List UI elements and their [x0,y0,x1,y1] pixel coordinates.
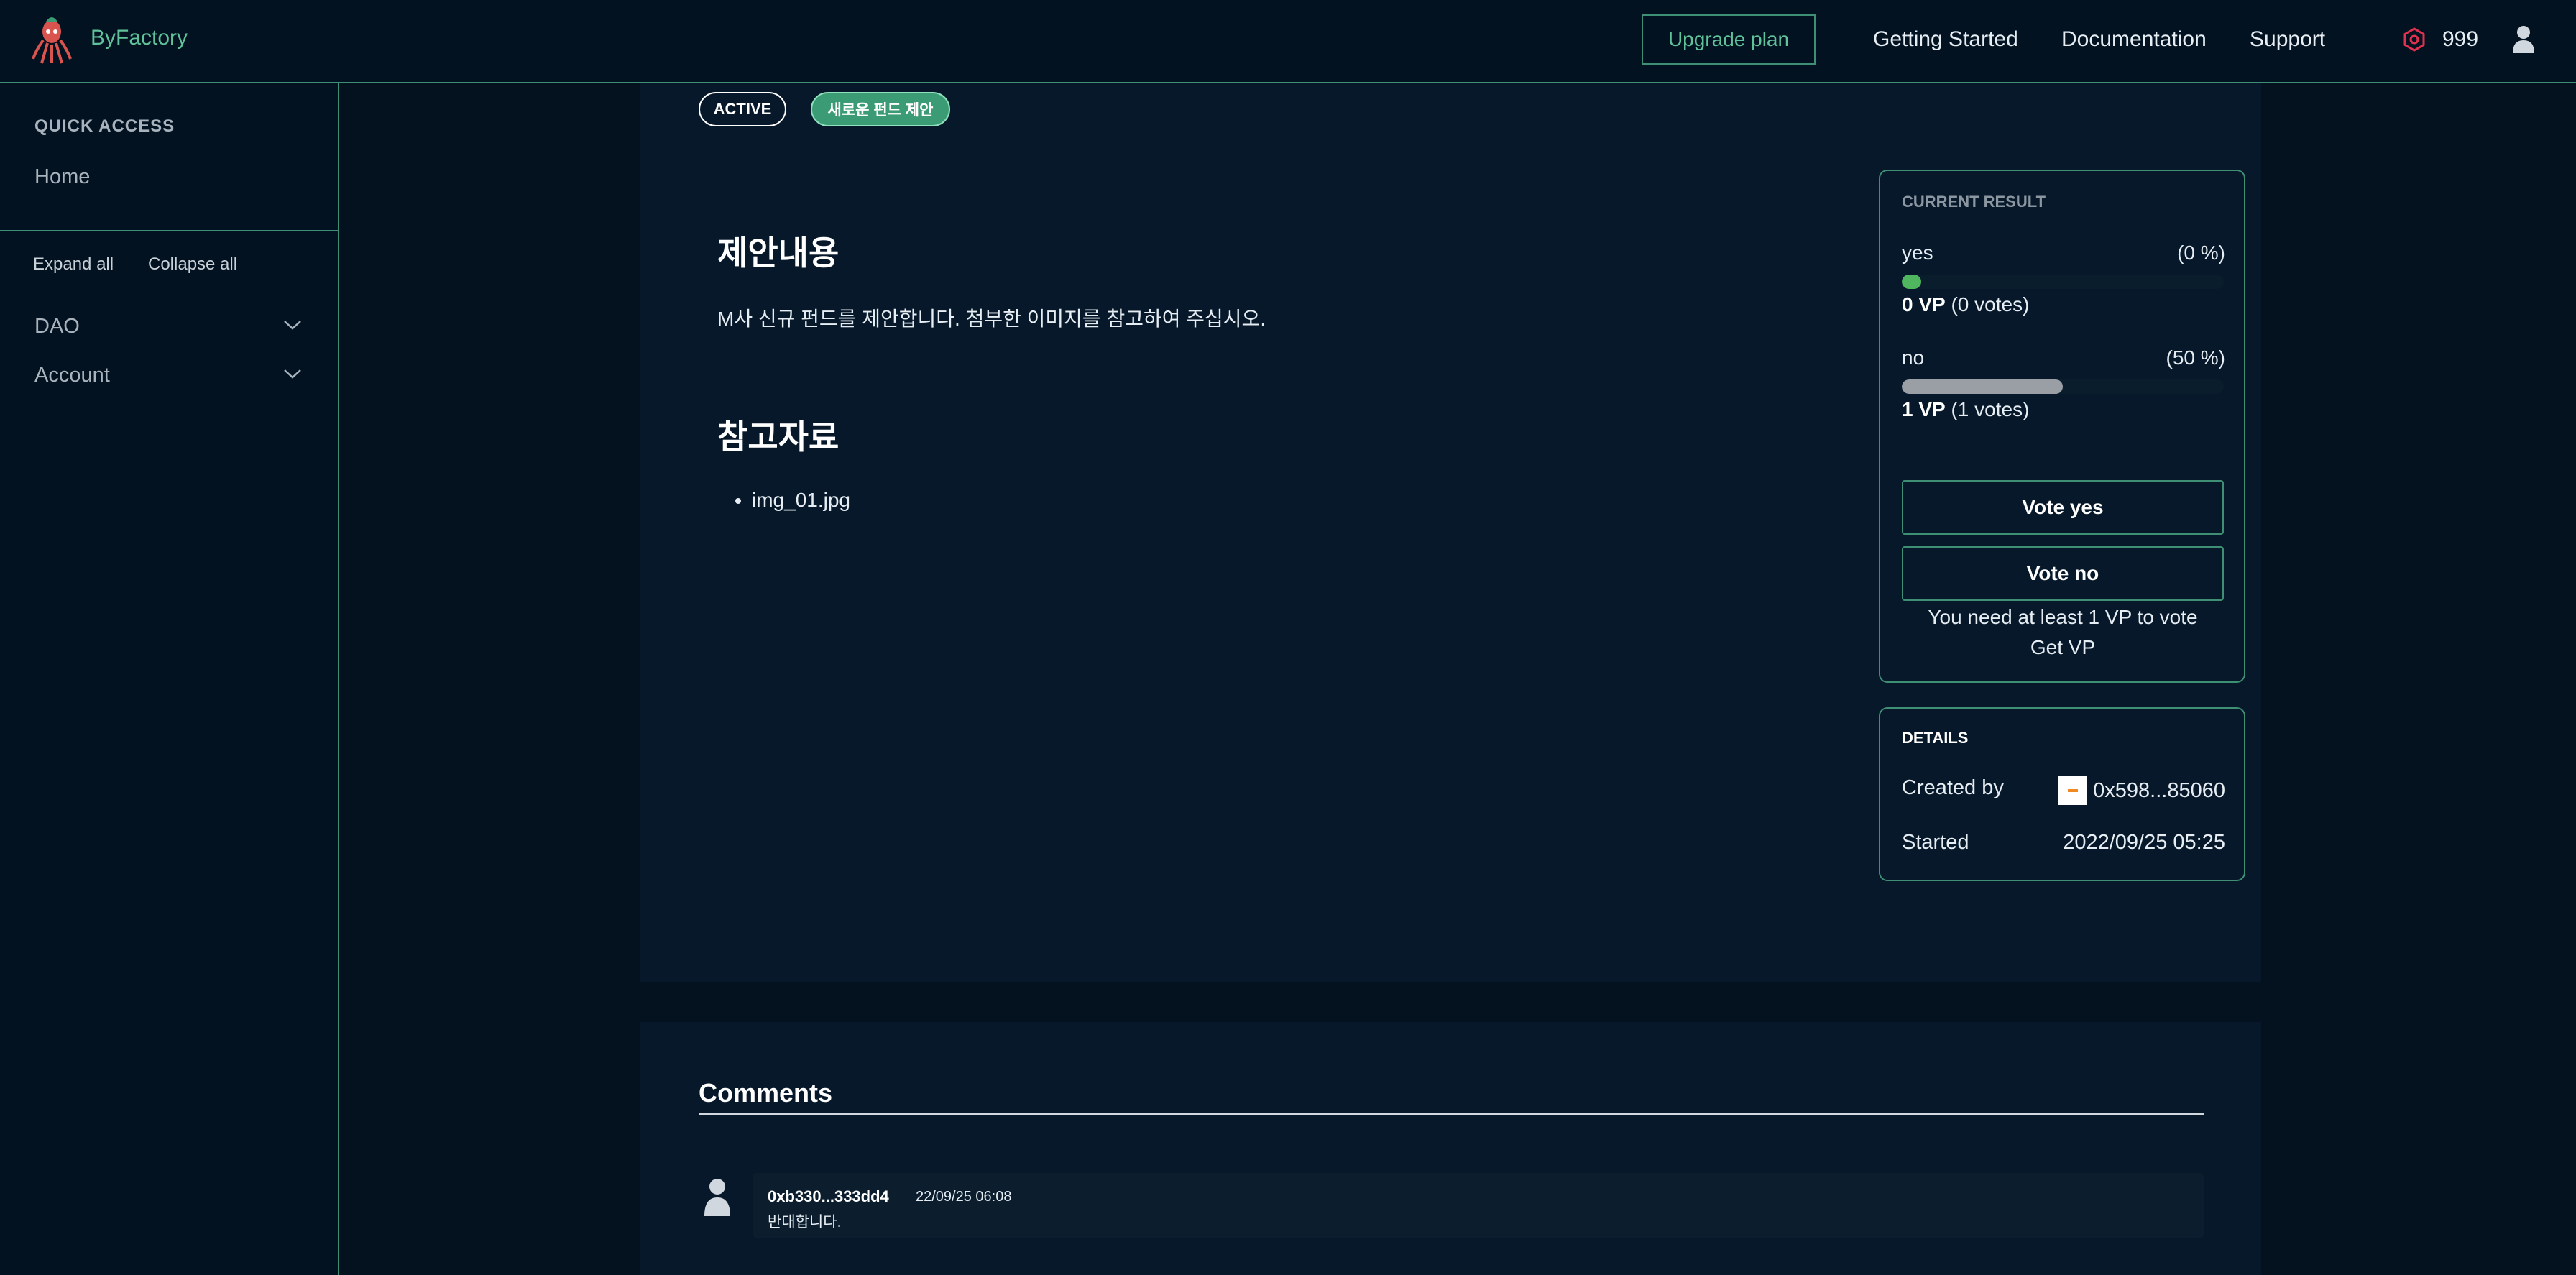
current-result-title: CURRENT RESULT [1902,193,2046,211]
details-card: DETAILS Created by 0x598...85060 Started… [1879,707,2245,881]
comment-timestamp: 22/09/25 06:08 [916,1189,1012,1205]
vote-no-button[interactable]: Vote no [1902,546,2224,601]
choice-label: yes [1902,241,1933,264]
result-bar-yes [1902,275,2224,289]
vote-yes-button[interactable]: Vote yes [1902,480,2224,535]
comment-author[interactable]: 0xb330...333dd4 [768,1187,889,1206]
created-by-value[interactable]: 0x598...85060 [2058,776,2225,805]
topic-badge: 새로운 펀드 제안 [811,92,950,126]
user-icon[interactable] [2511,24,2536,53]
reference-heading: 참고자료 [717,418,840,456]
comments-divider [699,1113,2204,1115]
result-vp-yes: 0 VP (0 votes) [1902,293,2029,316]
chevron-down-icon [284,321,301,330]
status-badge: ACTIVE [699,92,786,126]
octopus-logo-icon[interactable] [32,16,72,65]
comment-text: 반대합니다. [768,1214,842,1230]
expand-all-button[interactable]: Expand all [33,254,114,275]
result-choice-no: no (50 %) [1902,346,2225,369]
nav-support[interactable]: Support [2250,27,2325,52]
nav-documentation[interactable]: Documentation [2061,27,2207,52]
vp-requirement-text: You need at least 1 VP to vote [1928,606,2198,628]
choice-percent: (50 %) [2166,346,2225,369]
comment-item: 0xb330...333dd4 22/09/25 06:08 반대합니다. [753,1173,2204,1238]
reference-list: img_01.jpg [752,489,850,512]
nav-getting-started[interactable]: Getting Started [1873,27,2018,52]
result-bar-fill [1902,275,1921,289]
top-bar: ByFactory Upgrade plan Getting Started D… [0,0,2576,83]
creator-avatar [2058,776,2088,805]
quick-access-title: QUICK ACCESS [34,116,175,136]
choice-percent: (0 %) [2177,241,2225,264]
upgrade-plan-button[interactable]: Upgrade plan [1642,14,1816,65]
sidebar-group-account[interactable]: Account [34,364,302,387]
hexagon-token-icon [2404,27,2425,52]
choice-label: no [1902,346,1925,369]
reference-item[interactable]: img_01.jpg [752,489,850,512]
sidebar-item-home[interactable]: Home [34,165,90,189]
vote-requirement-note: You need at least 1 VP to vote Get VP [1902,602,2224,663]
result-choice-yes: yes (0 %) [1902,241,2225,264]
get-vp-link[interactable]: Get VP [1902,632,2224,663]
vp-amount: 0 VP [1902,293,1946,316]
sidebar-group-label: DAO [34,315,80,338]
proposal-content-text: M사 신규 펀드를 제안합니다. 첨부한 이미지를 참고하여 주십시오. [717,308,1266,330]
brand-name[interactable]: ByFactory [91,26,188,50]
current-result-card: CURRENT RESULT yes (0 %) 0 VP (0 votes) … [1879,170,2245,683]
chevron-down-icon [284,369,301,379]
result-vp-no: 1 VP (1 votes) [1902,398,2029,421]
created-by-label: Created by [1902,776,2004,799]
proposal-content-heading: 제안내용 [717,234,840,272]
collapse-all-button[interactable]: Collapse all [148,254,237,275]
result-bar-fill [1902,379,2063,394]
sidebar-group-label: Account [34,364,110,387]
sidebar-group-dao[interactable]: DAO [34,315,302,339]
result-bar-no [1902,379,2224,394]
started-value: 2022/09/25 05:25 [2063,831,2225,854]
details-started-row: Started 2022/09/25 05:25 [1902,831,2225,855]
vp-amount: 1 VP [1902,398,1946,420]
details-created-by-row: Created by 0x598...85060 [1902,776,2225,805]
started-label: Started [1902,831,1969,854]
comments-panel: Comments 0xb330...333dd4 22/09/25 06:08 … [640,1022,2261,1275]
token-balance: 999 [2442,27,2479,51]
commenter-avatar-icon [704,1179,730,1216]
sidebar-divider [0,230,338,231]
creator-address: 0x598...85060 [2093,778,2225,802]
details-title: DETAILS [1902,729,1969,747]
proposal-panel: ACTIVE 새로운 펀드 제안 제안내용 M사 신규 펀드를 제안합니다. 첨… [640,83,2261,982]
comments-title: Comments [699,1078,833,1108]
sidebar: QUICK ACCESS Home Expand all Collapse al… [0,83,339,1275]
vote-count: (0 votes) [1945,293,2030,316]
vote-count: (1 votes) [1945,398,2030,420]
